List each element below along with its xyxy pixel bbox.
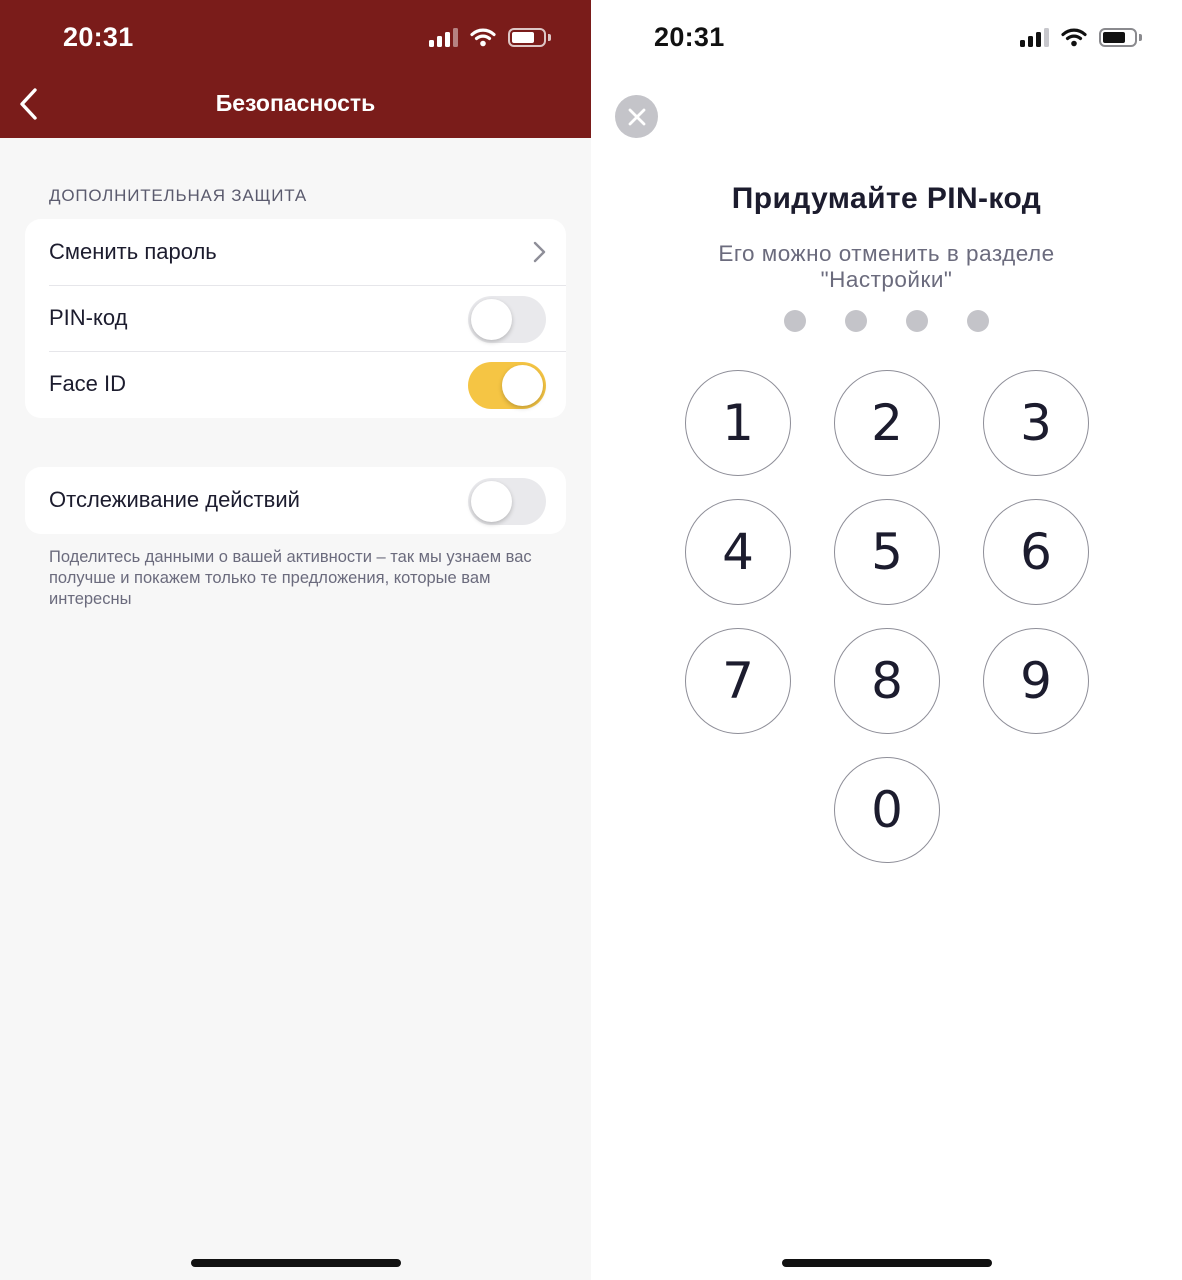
close-button[interactable] xyxy=(615,95,658,138)
pin-dot xyxy=(845,310,867,332)
toggle-knob xyxy=(502,365,543,406)
key-8-button[interactable]: 8 xyxy=(834,628,940,734)
key-2-button[interactable]: 2 xyxy=(834,370,940,476)
key-5-button[interactable]: 5 xyxy=(834,499,940,605)
battery-icon xyxy=(1099,27,1142,47)
home-indicator[interactable] xyxy=(191,1259,401,1267)
pin-dot xyxy=(784,310,806,332)
change-password-row[interactable]: Сменить пароль xyxy=(25,219,566,285)
status-bar: 20:31 xyxy=(591,0,1182,78)
key-6-button[interactable]: 6 xyxy=(983,499,1089,605)
wifi-icon xyxy=(470,28,496,47)
change-password-label: Сменить пароль xyxy=(49,239,217,264)
pin-dot xyxy=(967,310,989,332)
key-9-button[interactable]: 9 xyxy=(983,628,1089,734)
home-indicator[interactable] xyxy=(782,1259,992,1267)
pin-subtitle: Его можно отменить в разделе "Настройки" xyxy=(718,241,1055,292)
pin-code-row: PIN-код xyxy=(25,285,566,351)
face-id-toggle[interactable] xyxy=(468,362,546,409)
key-4-button[interactable]: 4 xyxy=(685,499,791,605)
security-settings-screen: 20:31 Безопасность ДОПОЛНИТЕЛЬНАЯ ЗАЩИТА… xyxy=(0,0,591,1280)
tracking-settings-card: Отслеживание действий xyxy=(25,467,566,534)
cellular-signal-icon xyxy=(429,27,458,47)
section-label: ДОПОЛНИТЕЛЬНАЯ ЗАЩИТА xyxy=(49,186,308,205)
key-1-button[interactable]: 1 xyxy=(685,370,791,476)
tracking-description: Поделитесь данными о вашей активности – … xyxy=(49,548,532,608)
status-time: 20:31 xyxy=(654,22,725,52)
chevron-right-icon xyxy=(533,241,546,263)
protection-settings-card: Сменить пароль PIN-код Face ID xyxy=(25,219,566,418)
cellular-signal-icon xyxy=(1020,27,1049,47)
face-id-label: Face ID xyxy=(49,371,127,396)
toggle-knob xyxy=(471,299,512,340)
pin-indicator xyxy=(784,310,989,332)
status-bar: 20:31 xyxy=(0,0,591,78)
wifi-icon xyxy=(1061,28,1087,47)
pin-dot xyxy=(906,310,928,332)
pin-code-label: PIN-код xyxy=(49,305,128,330)
create-pin-screen: 20:31 Придумайте PIN-код Его можно отмен… xyxy=(591,0,1182,1280)
key-0-button[interactable]: 0 xyxy=(834,757,940,863)
toggle-knob xyxy=(471,481,512,522)
face-id-row: Face ID xyxy=(25,351,566,417)
activity-tracking-row: Отслеживание действий xyxy=(25,467,566,533)
key-3-button[interactable]: 3 xyxy=(983,370,1089,476)
status-icons xyxy=(1020,27,1142,47)
page-title: Безопасность xyxy=(215,90,376,116)
key-7-button[interactable]: 7 xyxy=(685,628,791,734)
activity-tracking-toggle[interactable] xyxy=(468,478,546,525)
activity-tracking-label: Отслеживание действий xyxy=(49,487,300,512)
close-icon xyxy=(628,108,645,125)
pin-title: Придумайте PIN-код xyxy=(731,182,1042,215)
status-time: 20:31 xyxy=(63,22,134,52)
status-icons xyxy=(429,27,551,47)
nav-header: 20:31 Безопасность xyxy=(0,0,591,138)
pin-code-toggle[interactable] xyxy=(468,296,546,343)
battery-icon xyxy=(508,27,551,47)
